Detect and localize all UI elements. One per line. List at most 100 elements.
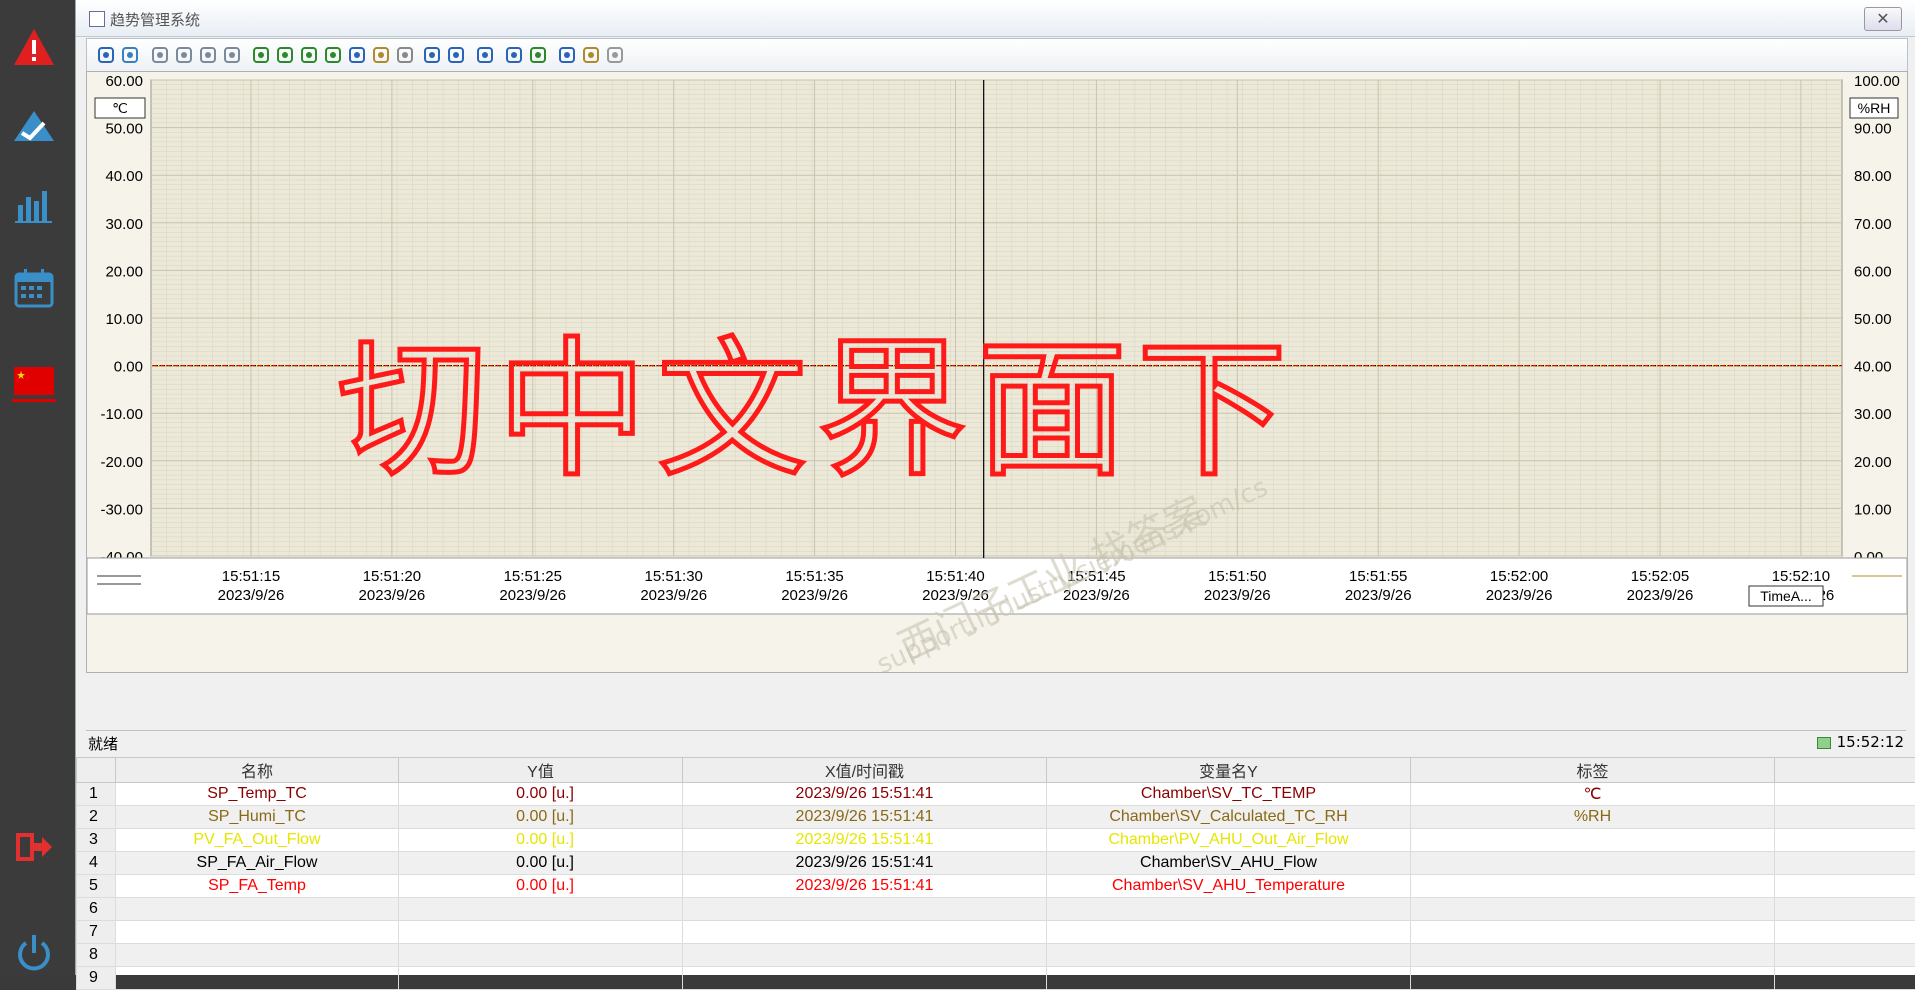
left-tick-label: 60.00 [105,73,143,90]
cell-extra [1775,806,1915,829]
time-axis-label: TimeA... [1760,588,1812,604]
cell-tag: %RH [1411,806,1775,829]
row-number: 7 [77,921,116,944]
x-tick-time: 15:51:40 [926,568,984,585]
x-tick-time: 15:52:05 [1631,568,1689,585]
right-tick-label: 80.00 [1854,168,1892,185]
x-tick-date: 2023/9/26 [781,587,848,604]
calendar-button[interactable] [0,263,68,313]
last-icon [222,45,242,65]
china-flag-icon [12,363,56,403]
trend-check-button[interactable] [0,100,68,150]
help-button[interactable] [95,44,117,66]
column-header-tag[interactable]: 标签 [1411,758,1775,783]
cell-variable [1047,898,1411,921]
x-tick-time: 15:51:55 [1349,568,1407,585]
statistics-button[interactable] [0,180,68,230]
column-header-x[interactable]: X值/时间戳 [683,758,1047,783]
zoom-out-button[interactable] [298,44,320,66]
zoom-in-icon [275,45,295,65]
right-tick-label: 10.00 [1854,501,1892,518]
alarm-button[interactable] [0,22,68,72]
chart-canvas: 60.0050.0040.0030.0020.0010.000.00-10.00… [87,72,1907,672]
table-row[interactable]: 2SP_Humi_TC0.00 [u.]2023/9/26 15:51:41Ch… [77,806,1915,829]
pause-button[interactable] [474,44,496,66]
cell-extra [1775,875,1915,898]
cell-name [116,967,399,990]
cell-tag [1411,921,1775,944]
left-tick-label: 20.00 [105,263,143,280]
left-tick-label: 30.00 [105,216,143,233]
help-icon [96,45,116,65]
right-tick-label: 40.00 [1854,359,1892,376]
move-icon [347,45,367,65]
formula-button[interactable] [604,44,626,66]
x-tick-date: 2023/9/26 [359,587,426,604]
prev-button[interactable] [173,44,195,66]
x-tick-time: 15:51:30 [645,568,703,585]
x-tick-date: 2023/9/26 [640,587,707,604]
print-button[interactable] [503,44,525,66]
cell-extra [1775,829,1915,852]
zoom-value-button[interactable] [370,44,392,66]
last-button[interactable] [221,44,243,66]
ruler-button[interactable] [421,44,443,66]
config-button[interactable] [119,44,141,66]
cell-name [116,944,399,967]
original-view-button[interactable] [394,44,416,66]
table-row[interactable]: 3PV_FA_Out_Flow0.00 [u.]2023/9/26 15:51:… [77,829,1915,852]
table-row[interactable]: 8 [77,944,1915,967]
row-number: 4 [77,852,116,875]
right-tick-label: 20.00 [1854,454,1892,471]
cell-y-value: 0.00 [u.] [399,829,683,852]
cell-tag [1411,944,1775,967]
x-tick-date: 2023/9/26 [1345,587,1412,604]
power-button[interactable] [0,930,68,975]
next-button[interactable] [197,44,219,66]
trend-chart[interactable]: 60.0050.0040.0030.0020.0010.000.00-10.00… [86,71,1908,673]
cell-name: SP_FA_Temp [116,875,399,898]
column-header-y[interactable]: Y值 [399,758,683,783]
cell-name: SP_Temp_TC [116,783,399,806]
value-table: 名称 Y值 X值/时间戳 变量名Y 标签 1SP_Temp_TC0.00 [u.… [76,757,1915,975]
language-button[interactable] [0,360,68,405]
zoom-in-button[interactable] [274,44,296,66]
select-area-button[interactable] [445,44,467,66]
table-row[interactable]: 5SP_FA_Temp0.00 [u.]2023/9/26 15:51:41Ch… [77,875,1915,898]
stat-icon [581,45,601,65]
right-tick-label: 90.00 [1854,121,1892,138]
print-icon [504,45,524,65]
export-button[interactable] [527,44,549,66]
handwritten-annotation: 切中文界面下 [337,324,1297,498]
stat-button[interactable] [580,44,602,66]
first-button[interactable] [149,44,171,66]
close-button[interactable]: ✕ [1864,7,1902,31]
cell-extra [1775,921,1915,944]
cell-extra [1775,967,1915,990]
cell-y-value [399,944,683,967]
table-row[interactable]: 1SP_Temp_TC0.00 [u.]2023/9/26 15:51:41Ch… [77,783,1915,806]
formula-icon [605,45,625,65]
stat-area-button[interactable] [556,44,578,66]
status-text: 就绪 [88,733,118,754]
move-button[interactable] [346,44,368,66]
left-tick-label: -30.00 [100,501,143,518]
column-header-name[interactable]: 名称 [116,758,399,783]
x-tick-time: 15:52:10 [1772,568,1830,585]
table-row[interactable]: 6 [77,898,1915,921]
left-tick-label: -10.00 [100,406,143,423]
calendar-icon [12,266,56,310]
row-number: 5 [77,875,116,898]
x-tick-date: 2023/9/26 [218,587,285,604]
column-header-var[interactable]: 变量名Y [1047,758,1411,783]
zoom-out-icon [299,45,319,65]
table-row[interactable]: 9 [77,967,1915,990]
cell-variable [1047,944,1411,967]
zoom-time-button[interactable] [322,44,344,66]
table-row[interactable]: 7 [77,921,1915,944]
zoom-area-button[interactable] [250,44,272,66]
right-tick-label: 50.00 [1854,311,1892,328]
logout-button[interactable] [0,822,68,872]
table-row[interactable]: 4SP_FA_Air_Flow0.00 [u.]2023/9/26 15:51:… [77,852,1915,875]
first-icon [150,45,170,65]
